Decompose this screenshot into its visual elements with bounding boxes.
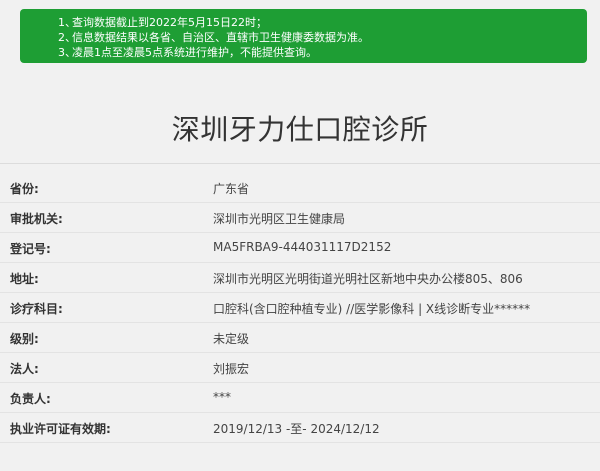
notice-item: 1、查询数据截止到2022年5月15日22时； (58, 15, 587, 30)
row-label: 执业许可证有效期: (10, 422, 111, 436)
row-label: 审批机关: (10, 212, 63, 226)
notice-item-number: 2、 (58, 31, 76, 44)
row-label: 诊疗科目: (10, 302, 63, 316)
row-label: 法人: (10, 362, 39, 376)
notice-banner: 1、查询数据截止到2022年5月15日22时； 2、信息数据结果以各省、自治区、… (20, 9, 587, 63)
info-row-person-in-charge: 负责人: *** (0, 383, 600, 413)
info-row-legal-person: 法人: 刘振宏 (0, 353, 600, 383)
notice-list: 1、查询数据截止到2022年5月15日22时； 2、信息数据结果以各省、自治区、… (20, 9, 587, 60)
info-row-approval-authority: 审批机关: 深圳市光明区卫生健康局 (0, 203, 600, 233)
row-label: 级别: (10, 332, 39, 346)
notice-item-number: 1、 (58, 16, 76, 29)
row-value: 2019/12/13 -至- 2024/12/12 (213, 422, 380, 436)
notice-item-text: 凌晨1点至凌晨5点系统进行维护，不能提供查询。 (72, 46, 317, 59)
info-row-province: 省份: 广东省 (0, 173, 600, 203)
info-row-departments: 诊疗科目: 口腔科(含口腔种植专业) //医学影像科 | X线诊断专业*****… (0, 293, 600, 323)
notice-item: 3、凌晨1点至凌晨5点系统进行维护，不能提供查询。 (58, 45, 587, 60)
info-row-address: 地址: 深圳市光明区光明街道光明社区新地中央办公楼805、806 (0, 263, 600, 293)
info-row-registration-number: 登记号: MA5FRBA9-444031117D2152 (0, 233, 600, 263)
notice-item-text: 查询数据截止到2022年5月15日22时； (72, 16, 267, 29)
notice-item-text: 信息数据结果以各省、自治区、直辖市卫生健康委数据为准。 (72, 31, 369, 44)
notice-item-number: 3、 (58, 46, 76, 59)
info-row-level: 级别: 未定级 (0, 323, 600, 353)
info-row-license-validity: 执业许可证有效期: 2019/12/13 -至- 2024/12/12 (0, 413, 600, 443)
row-label: 登记号: (10, 242, 51, 256)
row-value: *** (213, 390, 231, 404)
row-value: MA5FRBA9-444031117D2152 (213, 240, 392, 254)
page-title: 深圳牙力仕口腔诊所 (171, 113, 429, 146)
title-divider (0, 163, 600, 164)
row-label: 地址: (10, 272, 39, 286)
row-value: 未定级 (213, 332, 250, 346)
row-label: 负责人: (10, 392, 51, 406)
row-value: 口腔科(含口腔种植专业) //医学影像科 | X线诊断专业****** (213, 302, 531, 316)
row-value: 深圳市光明区卫生健康局 (213, 212, 346, 226)
row-label: 省份: (10, 182, 39, 196)
notice-item: 2、信息数据结果以各省、自治区、直辖市卫生健康委数据为准。 (58, 30, 587, 45)
row-value: 刘振宏 (213, 362, 250, 376)
row-value: 广东省 (213, 182, 250, 196)
info-table: 省份: 广东省 审批机关: 深圳市光明区卫生健康局 登记号: MA5FRBA9-… (0, 173, 600, 443)
row-value: 深圳市光明区光明街道光明社区新地中央办公楼805、806 (213, 272, 523, 286)
